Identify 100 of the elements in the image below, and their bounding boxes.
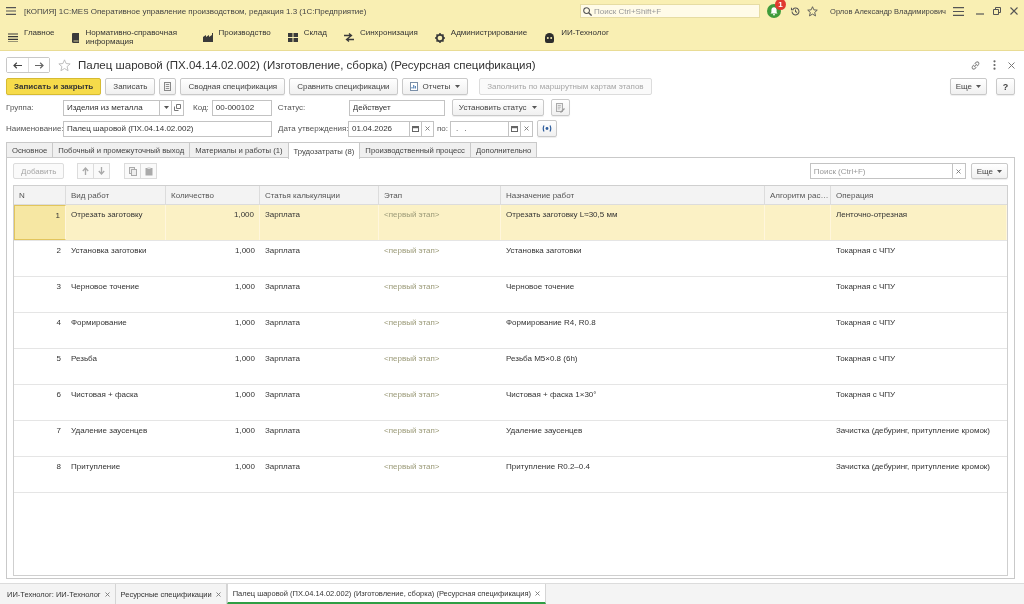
- table-row[interactable]: 3 Черновое точение 1,000 Зарплата <первый этап> Черновое точение Токарная с ЧПУ: [14, 277, 1007, 313]
- close-icon[interactable]: [104, 591, 110, 597]
- field-label: Группа:: [6, 103, 35, 112]
- list-icon: [164, 82, 172, 91]
- calendar-button[interactable]: [410, 120, 422, 137]
- forward-button[interactable]: [28, 58, 49, 72]
- column-header[interactable]: Статья калькуляции: [260, 186, 379, 204]
- table-cell-text: 7: [55, 425, 62, 437]
- table-cell-text: 1,000: [233, 317, 256, 329]
- table-row[interactable]: 6 Чистовая + фаска 1,000 Зарплата <первый этап> Чистовая + фаска 1×30° Токарная с ЧПУ: [14, 385, 1007, 421]
- close-icon[interactable]: [215, 591, 221, 597]
- table-cell: Зарплата: [260, 205, 379, 240]
- table-cell-text: Зарплата: [264, 461, 302, 473]
- name-field[interactable]: Палец шаровой (ПХ.04.14.02.002): [63, 120, 272, 137]
- table-cell-text: <первый этап>: [383, 245, 441, 257]
- table-cell-text: Токарная с ЧПУ: [835, 317, 897, 329]
- table-row[interactable]: 2 Установка заготовки 1,000 Зарплата <первый этап> Установка заготовки Токарная с ЧПУ: [14, 241, 1007, 277]
- calendar-icon: [511, 125, 518, 132]
- command-button[interactable]: Сводная спецификация: [180, 78, 286, 95]
- table-cell: 1,000: [166, 205, 260, 240]
- clear-button[interactable]: [521, 120, 533, 137]
- link-icon[interactable]: [970, 59, 981, 71]
- table-cell-text: Формирование: [70, 317, 128, 329]
- group-field[interactable]: Изделия из металла: [63, 99, 160, 116]
- open-button[interactable]: [172, 99, 184, 116]
- open-icon: [174, 104, 181, 111]
- column-header[interactable]: Этап: [379, 186, 501, 204]
- star-icon[interactable]: [807, 5, 819, 17]
- table-row[interactable]: 4 Формирование 1,000 Зарплата <первый этап> Формирование R4, R0.8 Токарная с ЧПУ: [14, 313, 1007, 349]
- restore-icon[interactable]: [993, 7, 1001, 15]
- table-cell-text: 1,000: [233, 353, 256, 365]
- history-icon[interactable]: [790, 5, 802, 17]
- table-cell-text: Резьба M5×0.8 (6h): [505, 353, 579, 365]
- code-field[interactable]: 00-000102: [211, 99, 272, 116]
- section-link[interactable]: Склад: [287, 22, 327, 42]
- clear-button[interactable]: [422, 120, 434, 137]
- command-button[interactable]: Сравнить спецификации: [289, 78, 398, 95]
- field-label: Дата утверждения:: [278, 124, 348, 133]
- caret-icon: [163, 106, 169, 109]
- star-icon[interactable]: [58, 58, 71, 72]
- more-button[interactable]: Еще: [949, 78, 987, 95]
- field-label: по:: [437, 124, 449, 133]
- clear-icon[interactable]: [956, 168, 962, 174]
- table-cell-text: Черновое точение: [505, 281, 576, 293]
- column-header[interactable]: Назначение работ: [501, 186, 765, 204]
- dropdown-button[interactable]: [160, 99, 172, 116]
- table-cell-text: 1,000: [233, 245, 256, 257]
- table-cell-text: 1,000: [233, 461, 256, 473]
- command-button[interactable]: Записать: [105, 78, 156, 95]
- period-button[interactable]: [537, 120, 557, 137]
- column-header[interactable]: Алгоритм рас…: [765, 186, 831, 204]
- table-cell-text: Зарплата: [264, 353, 302, 365]
- calendar-button[interactable]: [509, 120, 521, 137]
- column-header[interactable]: Вид работ: [66, 186, 166, 204]
- column-header[interactable]: Операция: [831, 186, 1007, 204]
- menu-icon[interactable]: [953, 6, 964, 16]
- table-cell-text: <первый этап>: [383, 461, 441, 473]
- date-field[interactable]: . .: [450, 120, 509, 137]
- clear-icon[interactable]: [425, 126, 430, 131]
- close-icon[interactable]: [1008, 61, 1015, 69]
- status-field[interactable]: Действует: [348, 99, 445, 116]
- close-icon[interactable]: [1010, 7, 1018, 15]
- table-cell-text: Токарная с ЧПУ: [835, 353, 897, 365]
- section-link[interactable]: Администрирование: [434, 22, 528, 43]
- table-row[interactable]: 1 Отрезать заготовку 1,000 Зарплата <первый этап> Отрезать заготовку L≈30,5 мм Ленточно-отрезная: [14, 205, 1007, 241]
- column-header[interactable]: N: [14, 186, 66, 204]
- set-status-button[interactable]: Установить статус: [451, 99, 544, 116]
- section-link[interactable]: Нормативно-справочная информация: [71, 22, 186, 46]
- column-header[interactable]: Количество: [166, 186, 260, 204]
- search-field[interactable]: Поиск Ctrl+Shift+F: [580, 4, 761, 18]
- table-cell-text: Чистовая + фаска 1×30°: [505, 389, 598, 401]
- clear-icon[interactable]: [524, 126, 529, 131]
- table-cell-text: Зачистка (дебуринг, притупление кромок): [835, 425, 991, 437]
- caret-icon: [997, 169, 1002, 173]
- table-row[interactable]: 7 Удаление заусенцев 1,000 Зарплата <первый этап> Удаление заусенцев Зачистка (дебуринг, притупление кромок): [14, 421, 1007, 457]
- section-link[interactable]: ИИ-Технолог: [544, 22, 609, 43]
- factory-icon: [202, 33, 213, 42]
- section-link[interactable]: Производство: [202, 22, 271, 42]
- section-link[interactable]: Синхронизация: [343, 22, 418, 42]
- close-icon[interactable]: [535, 590, 541, 596]
- table-row[interactable]: 5 Резьба 1,000 Зарплата <первый этап> Резьба M5×0.8 (6h) Токарная с ЧПУ: [14, 349, 1007, 385]
- menu-button[interactable]: Отчеты: [401, 78, 469, 95]
- table-cell-text: Удаление заусенцев: [505, 425, 584, 437]
- table-row[interactable]: 8 Притупление 1,000 Зарплата <первый этап> Притупление R0.2–0.4 Зачистка (дебуринг, притупление кромок): [14, 457, 1007, 493]
- primary-button[interactable]: Записать и закрыть: [6, 78, 102, 95]
- caret-icon: [976, 85, 981, 88]
- menu-icon[interactable]: [6, 7, 16, 15]
- table-cell-text: Черновое точение: [70, 281, 141, 293]
- table-cell-text: Установка заготовки: [505, 245, 583, 257]
- more-button[interactable]: Еще: [970, 163, 1008, 179]
- table-cell-text: 6: [55, 389, 62, 401]
- list-button[interactable]: [159, 78, 177, 95]
- date-field[interactable]: 01.04.2026: [348, 120, 410, 137]
- search-field[interactable]: Поиск (Ctrl+F): [809, 163, 953, 179]
- table-cell-text: Притупление R0.2–0.4: [505, 461, 591, 473]
- table-cell-text: 1,000: [233, 281, 256, 293]
- more-icon[interactable]: [993, 60, 996, 70]
- help-button[interactable]: ?: [996, 78, 1015, 95]
- section-link[interactable]: Главное: [8, 22, 55, 42]
- table-cell-text: <первый этап>: [383, 317, 441, 329]
